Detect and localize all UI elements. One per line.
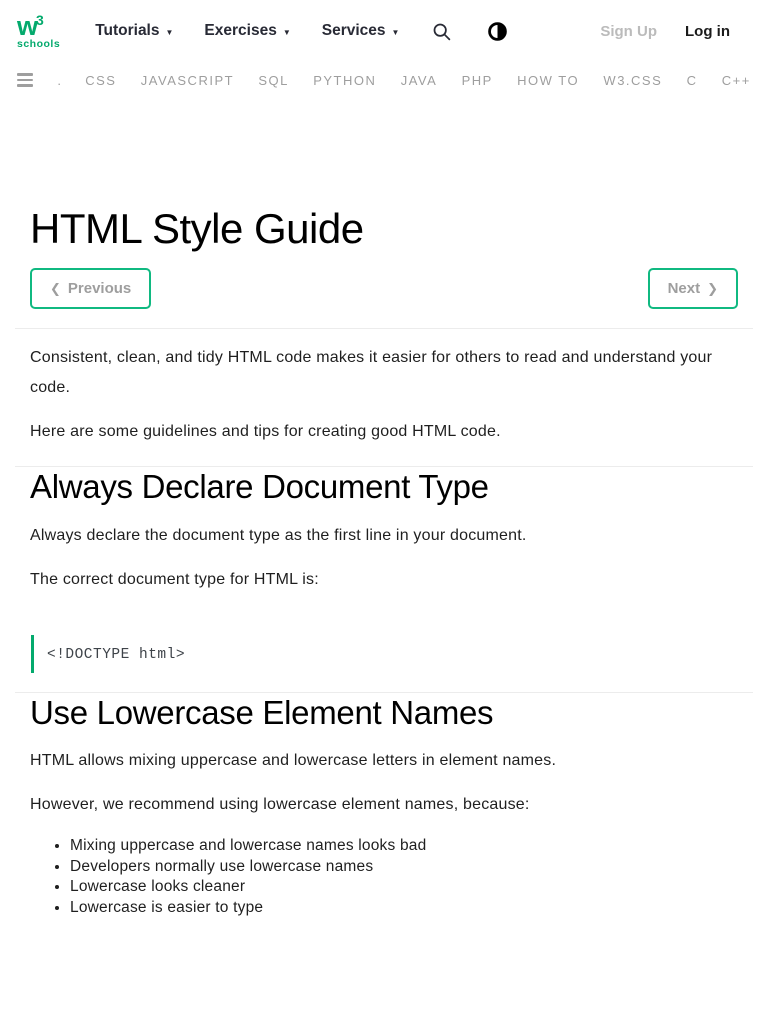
logo-schools-text: schools (17, 38, 61, 51)
subnav-item-javascript[interactable]: JAVASCRIPT (141, 73, 234, 88)
intro-section: Consistent, clean, and tidy HTML code ma… (30, 343, 738, 447)
subnav-item-howto[interactable]: HOW TO (517, 73, 579, 88)
search-icon (434, 23, 451, 40)
pager: ❮ Previous Next ❯ (30, 268, 738, 310)
subnav-item-cpp[interactable]: C++ (722, 73, 751, 88)
sign-up-link[interactable]: Sign Up (600, 23, 657, 40)
subnav-item-python[interactable]: PYTHON (313, 73, 376, 88)
menu-tutorials[interactable]: Tutorials ▼ (95, 22, 173, 40)
code-text: <!DOCTYPE html> (47, 646, 186, 663)
menu-tutorials-label: Tutorials (95, 22, 160, 39)
section-paragraph: HTML allows mixing uppercase and lowerca… (30, 752, 557, 770)
divider (15, 328, 753, 330)
previous-button[interactable]: ❮ Previous (30, 268, 152, 310)
subnav-item-php[interactable]: PHP (462, 73, 493, 88)
next-button[interactable]: Next ❯ (647, 268, 738, 310)
w3schools-logo[interactable]: w3 schools (17, 11, 61, 51)
caret-down-icon: ▼ (165, 27, 174, 37)
list-item: Mixing uppercase and lowercase names loo… (70, 836, 738, 857)
menu-services[interactable]: Services ▼ (322, 22, 400, 40)
subnav-item-sql[interactable]: SQL (258, 73, 289, 88)
log-in-link[interactable]: Log in (685, 23, 730, 40)
next-button-label: Next (667, 280, 701, 298)
list-item: Lowercase looks cleaner (70, 877, 738, 898)
section-declare-doctype: Always Declare Document Type Always decl… (0, 467, 768, 673)
section-heading: Always Declare Document Type (30, 468, 489, 506)
subnav-item-css[interactable]: CSS (85, 73, 116, 88)
main-content: HTML Style Guide ❮ Previous Next ❯ Consi… (0, 98, 768, 918)
subnav-item-c[interactable]: C (687, 73, 698, 88)
subnav-item-java[interactable]: JAVA (401, 73, 438, 88)
reasons-list: Mixing uppercase and lowercase names loo… (70, 836, 738, 918)
tutorial-navbar: . CSS JAVASCRIPT SQL PYTHON JAVA PHP HOW… (0, 62, 768, 98)
top-navbar: w3 schools Tutorials ▼ Exercises ▼ Servi… (0, 0, 768, 62)
subnav-item-w3css[interactable]: W3.CSS (603, 73, 662, 88)
top-menu: Tutorials ▼ Exercises ▼ Services ▼ (95, 22, 399, 40)
caret-down-icon: ▼ (391, 27, 400, 37)
logo-w3-mark: w3 (17, 11, 44, 42)
list-item: Lowercase is easier to type (70, 898, 738, 919)
search-button[interactable] (431, 21, 452, 42)
list-item: Developers normally use lowercase names (70, 857, 738, 878)
contrast-icon (488, 21, 508, 41)
hamburger-menu-icon[interactable] (17, 73, 33, 87)
intro-paragraph: Here are some guidelines and tips for cr… (30, 423, 501, 441)
page-title: HTML Style Guide (30, 205, 364, 252)
code-example: <!DOCTYPE html> (31, 634, 738, 673)
chevron-left-icon: ❮ (50, 280, 61, 296)
previous-button-label: Previous (67, 280, 132, 298)
section-paragraph: The correct document type for HTML is: (30, 570, 319, 588)
chevron-right-icon: ❯ (707, 280, 718, 296)
section-lowercase-elements: Use Lowercase Element Names HTML allows … (0, 693, 768, 919)
dark-mode-toggle[interactable] (488, 21, 508, 41)
subnav-item-dot[interactable]: . (57, 73, 61, 88)
section-paragraph: However, we recommend using lowercase el… (30, 796, 530, 814)
menu-exercises[interactable]: Exercises ▼ (204, 22, 290, 40)
menu-services-label: Services (321, 22, 386, 39)
intro-paragraph: Consistent, clean, and tidy HTML code ma… (30, 349, 713, 397)
section-heading: Use Lowercase Element Names (30, 693, 494, 731)
caret-down-icon: ▼ (282, 27, 291, 37)
menu-exercises-label: Exercises (204, 22, 277, 39)
section-paragraph: Always declare the document type as the … (30, 526, 527, 544)
